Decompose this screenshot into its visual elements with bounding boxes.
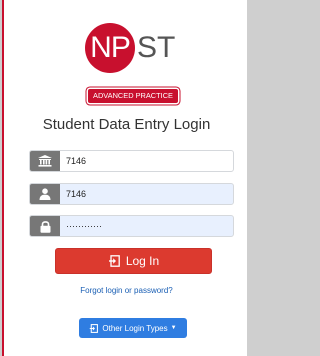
forgot-login-link[interactable]: Forgot login or password? <box>4 286 249 295</box>
school-code-input[interactable] <box>60 151 233 171</box>
page-title: Student Data Entry Login <box>42 116 211 133</box>
log-in-button[interactable]: Log In <box>55 248 212 274</box>
user-icon <box>30 184 60 204</box>
bank-icon <box>30 151 60 171</box>
sign-in-icon <box>90 323 99 333</box>
logo-text: ST <box>137 31 176 64</box>
password-field <box>29 215 234 237</box>
other-login-label: Other Login Types <box>102 323 168 333</box>
username-field <box>29 183 234 205</box>
lock-icon <box>30 216 60 236</box>
school-field <box>29 150 234 172</box>
login-card: NP ST ADVANCED PRACTICE Student Data Ent… <box>2 0 247 356</box>
chevron-down-icon: ▼ <box>170 325 177 331</box>
username-input[interactable] <box>60 184 233 204</box>
logo-circle: NP <box>85 23 135 73</box>
password-input[interactable] <box>60 216 233 236</box>
sign-in-icon <box>108 255 120 267</box>
other-login-types-button[interactable]: Other Login Types ▼ <box>79 318 187 338</box>
advanced-practice-badge: ADVANCED PRACTICE <box>88 89 178 103</box>
log-in-label: Log In <box>125 254 160 268</box>
